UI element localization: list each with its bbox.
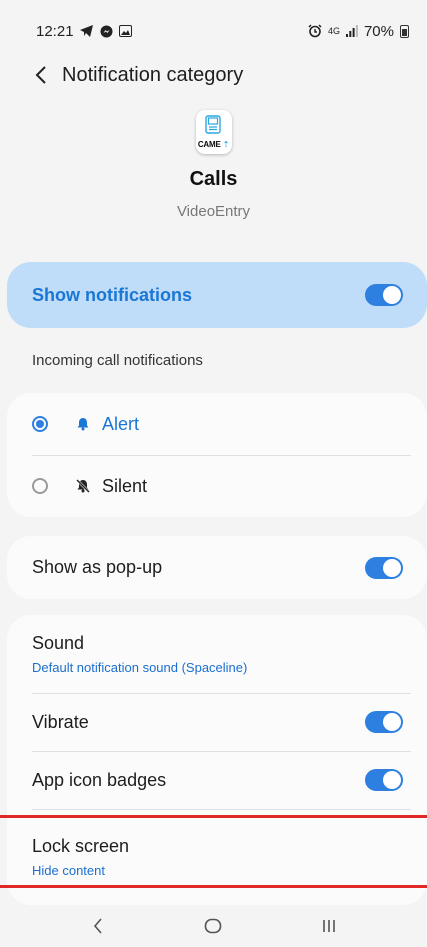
toggle-knob bbox=[383, 713, 401, 731]
lock-screen-row[interactable]: Lock screen Hide content bbox=[7, 819, 427, 895]
app-icon-badges-label: App icon badges bbox=[32, 769, 167, 790]
network-type: 4G bbox=[327, 25, 340, 36]
bell-icon bbox=[77, 418, 89, 431]
toggle-knob bbox=[383, 771, 401, 789]
home-icon bbox=[205, 918, 222, 934]
sound-row[interactable]: Sound Default notification sound (Spacel… bbox=[7, 615, 427, 693]
section-label: Incoming call notifications bbox=[32, 352, 203, 369]
alert-options-card: Alert Silent bbox=[7, 393, 427, 517]
app-name: VideoEntry bbox=[176, 203, 251, 220]
chevron-left-icon bbox=[35, 66, 46, 84]
silent-label: Silent bbox=[102, 475, 148, 496]
vibrate-label: Vibrate bbox=[32, 711, 89, 732]
nav-recents-button[interactable] bbox=[299, 905, 359, 947]
battery-icon bbox=[400, 24, 409, 38]
app-logo: CAME ⇡ bbox=[195, 110, 232, 154]
popup-toggle[interactable] bbox=[365, 556, 403, 579]
vibrate-row[interactable]: Vibrate bbox=[7, 693, 427, 751]
status-left: 12:21 bbox=[36, 23, 132, 40]
sound-label: Sound bbox=[32, 633, 85, 653]
popup-row[interactable]: Show as pop-up bbox=[7, 536, 427, 599]
header: Notification category bbox=[0, 55, 427, 95]
toggle-knob bbox=[383, 286, 401, 304]
lock-screen-label: Lock screen bbox=[32, 836, 130, 856]
alert-radio[interactable] bbox=[32, 416, 48, 432]
nav-home-button[interactable] bbox=[183, 905, 243, 947]
toggle-knob bbox=[383, 558, 401, 577]
intercom-device-icon bbox=[204, 115, 221, 134]
status-time: 12:21 bbox=[36, 22, 74, 40]
messenger-icon bbox=[100, 25, 113, 37]
annotation-bottom-line bbox=[0, 885, 427, 888]
silent-option-row[interactable]: Silent bbox=[7, 455, 427, 517]
alert-option-row[interactable]: Alert bbox=[7, 393, 427, 455]
popup-label: Show as pop-up bbox=[32, 557, 163, 577]
gallery-icon bbox=[118, 25, 132, 37]
signal-icon bbox=[345, 25, 358, 37]
back-icon bbox=[93, 918, 102, 934]
show-notifications-label: Show notifications bbox=[32, 284, 192, 305]
app-icon-badges-toggle[interactable] bbox=[365, 769, 403, 791]
silent-radio[interactable] bbox=[32, 478, 48, 494]
app-icon-badges-row[interactable]: App icon badges bbox=[7, 751, 427, 809]
navigation-bar bbox=[0, 905, 427, 947]
show-notifications-row[interactable]: Show notifications bbox=[7, 262, 427, 328]
divider bbox=[32, 809, 411, 810]
vibrate-toggle[interactable] bbox=[365, 711, 403, 733]
show-notifications-toggle[interactable] bbox=[365, 284, 403, 306]
lock-screen-value: Hide content bbox=[32, 863, 105, 878]
page-title: Notification category bbox=[62, 63, 244, 86]
back-button[interactable] bbox=[26, 55, 56, 95]
recents-icon bbox=[323, 920, 335, 932]
annotation-top-line bbox=[0, 815, 427, 818]
settings-card: Sound Default notification sound (Spacel… bbox=[7, 615, 427, 905]
sound-texts: Sound Default notification sound (Spacel… bbox=[32, 633, 247, 675]
alarm-icon bbox=[308, 24, 322, 38]
lock-screen-texts: Lock screen Hide content bbox=[32, 836, 129, 878]
battery-percent: 70% bbox=[363, 22, 394, 40]
nav-back-button[interactable] bbox=[68, 905, 128, 947]
telegram-icon bbox=[79, 25, 93, 37]
bell-off-icon bbox=[76, 479, 90, 493]
app-info: CAME ⇡ Calls VideoEntry bbox=[0, 110, 427, 220]
alert-label: Alert bbox=[102, 413, 140, 434]
logo-text: CAME ⇡ bbox=[197, 140, 230, 149]
channel-name: Calls bbox=[189, 168, 238, 190]
status-bar: 12:21 4G 70% bbox=[0, 0, 427, 62]
status-right: 4G 70% bbox=[308, 23, 409, 40]
sound-value: Default notification sound (Spaceline) bbox=[32, 660, 248, 675]
